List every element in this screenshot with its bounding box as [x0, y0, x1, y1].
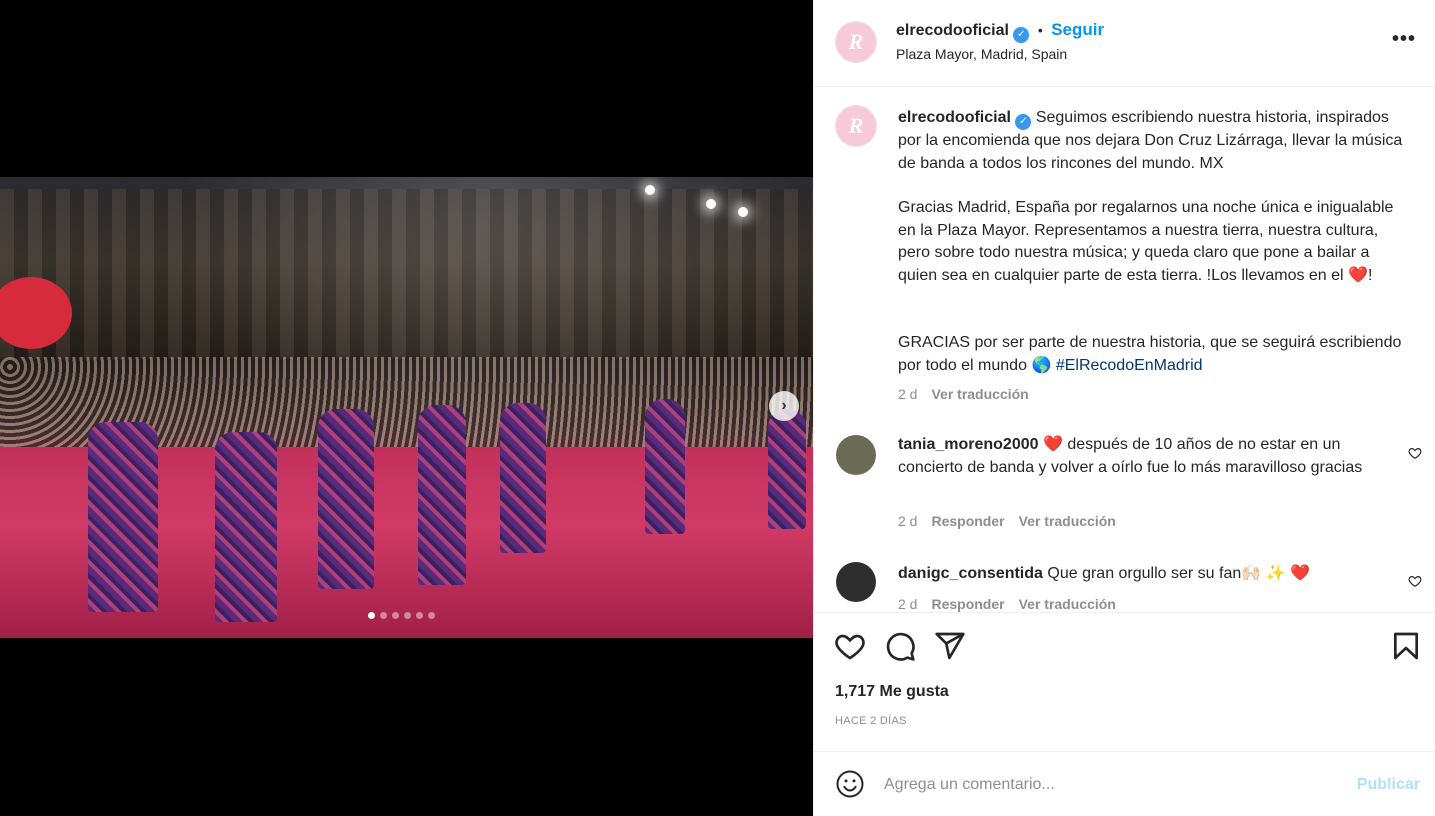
- musician-figure: [500, 403, 546, 553]
- comment-body: Que gran orgullo ser su fan🙌🏻 ✨ ❤️: [1047, 565, 1310, 582]
- heart-emoji: ❤️: [1042, 436, 1063, 453]
- likes-count[interactable]: 1,717 Me gusta: [835, 683, 949, 701]
- musician-figure: [88, 422, 158, 612]
- comment-text: danigc_consentida Que gran orgullo ser s…: [898, 563, 1408, 586]
- comment-meta: 2 d Responder Ver traducción: [898, 513, 1116, 529]
- carousel-indicator: [368, 612, 435, 619]
- post-sidebar: R elrecodooficial ✓ • Seguir Plaza Mayor…: [813, 0, 1435, 816]
- caption-exclamation: !: [1367, 266, 1373, 284]
- emoji-icon[interactable]: [835, 769, 865, 799]
- stage-light: [706, 199, 716, 209]
- verified-icon: ✓: [1015, 114, 1032, 130]
- next-slide-icon[interactable]: ›: [769, 391, 799, 421]
- comment-meta: 2 d Responder Ver traducción: [898, 596, 1116, 612]
- musician-figure: [768, 409, 806, 529]
- verified-icon: ✓: [1013, 27, 1030, 43]
- save-icon[interactable]: [1390, 630, 1422, 662]
- see-translation-button[interactable]: Ver traducción: [931, 386, 1028, 402]
- comment-like-icon[interactable]: [1408, 574, 1422, 588]
- location-link[interactable]: Plaza Mayor, Madrid, Spain: [896, 46, 1067, 62]
- musician-figure: [215, 432, 277, 622]
- caption-paragraph-3: GRACIAS por ser parte de nuestra histori…: [898, 332, 1408, 377]
- stage-light: [738, 207, 748, 217]
- carousel-dot: [380, 612, 387, 619]
- caption-paragraph-2: Gracias Madrid, España por regalarnos un…: [898, 197, 1408, 287]
- caption-avatar[interactable]: R: [835, 105, 877, 147]
- globe-emoji: 🌎: [1031, 356, 1052, 374]
- reply-button[interactable]: Responder: [931, 513, 1004, 529]
- comments-section[interactable]: R elrecodooficial ✓ Seguimos escribiendo…: [814, 88, 1435, 612]
- carousel-dot: [368, 612, 375, 619]
- stage-light: [645, 185, 655, 195]
- more-options-icon[interactable]: •••: [1392, 28, 1416, 51]
- hashtag-link[interactable]: #ElRecodoEnMadrid: [1056, 357, 1203, 374]
- publish-button[interactable]: Publicar: [1357, 776, 1420, 794]
- plaza-building: [0, 189, 813, 359]
- separator-dot: •: [1037, 22, 1043, 38]
- comment-icon[interactable]: [884, 630, 916, 662]
- author-username[interactable]: elrecodooficial: [896, 22, 1009, 39]
- musician-figure: [318, 409, 374, 589]
- comment-time[interactable]: 2 d: [898, 596, 917, 612]
- heart-emoji: ❤️: [1348, 266, 1368, 284]
- carousel-dot: [416, 612, 423, 619]
- add-comment-bar: Publicar: [814, 751, 1435, 816]
- share-icon[interactable]: [934, 630, 966, 662]
- commenter-avatar[interactable]: [836, 435, 876, 475]
- comment-time[interactable]: 2 d: [898, 513, 917, 529]
- musician-figure: [418, 405, 466, 585]
- comment-username[interactable]: tania_moreno2000: [898, 436, 1039, 453]
- carousel-dot: [392, 612, 399, 619]
- media-viewer: ›: [0, 0, 813, 816]
- avatar[interactable]: R: [835, 21, 877, 63]
- header-title-row: elrecodooficial ✓ • Seguir: [896, 20, 1104, 43]
- see-translation-button[interactable]: Ver traducción: [1019, 513, 1116, 529]
- reply-button[interactable]: Responder: [931, 596, 1004, 612]
- instagram-post-modal: › R elrecodooficial ✓ • Seguir Plaza May…: [0, 0, 1435, 816]
- follow-button[interactable]: Seguir: [1051, 20, 1104, 39]
- comment-username[interactable]: danigc_consentida: [898, 565, 1043, 582]
- caption-time[interactable]: 2 d: [898, 386, 917, 402]
- caption-paragraph-2-text: Gracias Madrid, España por regalarnos un…: [898, 199, 1394, 284]
- like-icon[interactable]: [834, 630, 866, 662]
- comment-text: tania_moreno2000 ❤️ después de 10 años d…: [898, 434, 1408, 479]
- comment-input[interactable]: [884, 772, 1344, 798]
- caption-meta: 2 d Ver traducción: [898, 386, 1029, 402]
- post-date[interactable]: HACE 2 DÍAS: [835, 715, 907, 727]
- post-header: R elrecodooficial ✓ • Seguir Plaza Mayor…: [814, 0, 1435, 87]
- carousel-dot: [428, 612, 435, 619]
- caption-username[interactable]: elrecodooficial: [898, 109, 1011, 126]
- see-translation-button[interactable]: Ver traducción: [1019, 596, 1116, 612]
- musician-figure: [645, 399, 685, 534]
- comment-like-icon[interactable]: [1408, 446, 1422, 460]
- post-photo[interactable]: [0, 177, 813, 638]
- caption-text: elrecodooficial ✓ Seguimos escribiendo n…: [898, 107, 1408, 175]
- carousel-dot: [404, 612, 411, 619]
- commenter-avatar[interactable]: [836, 562, 876, 602]
- action-bar: 1,717 Me gusta HACE 2 DÍAS: [814, 612, 1435, 752]
